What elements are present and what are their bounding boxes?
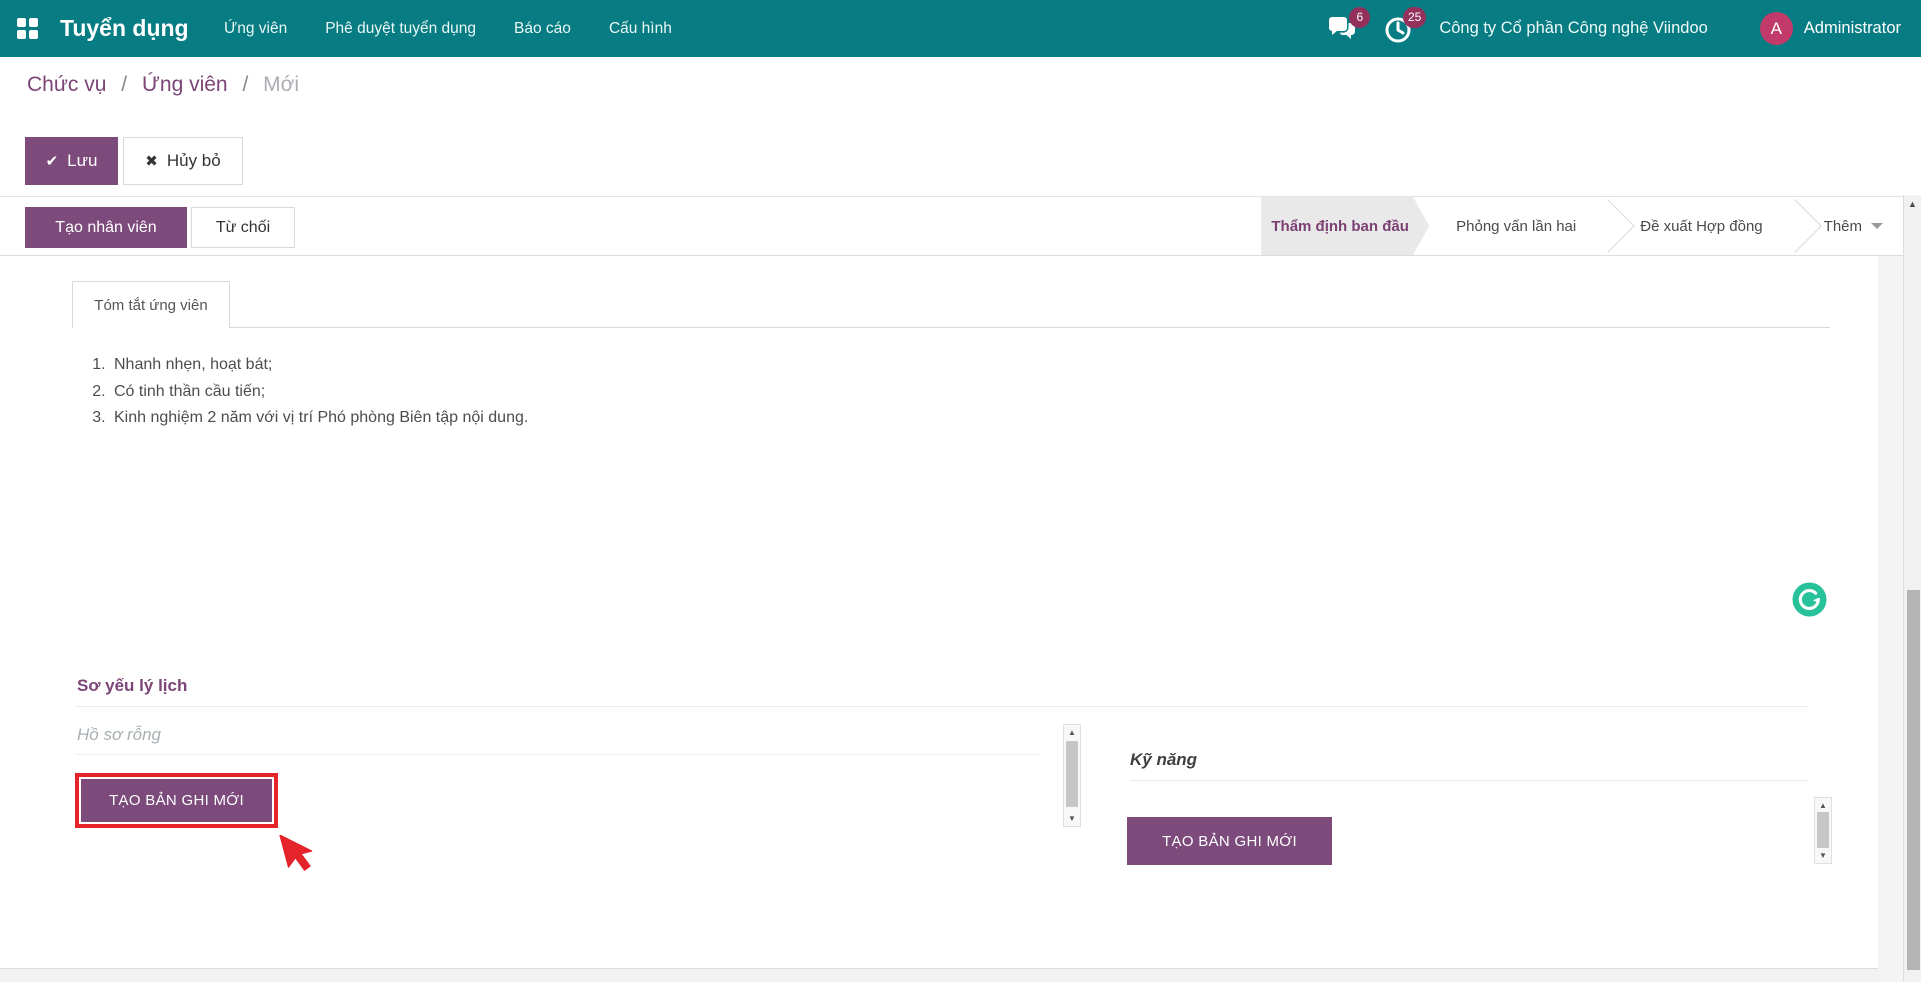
scroll-down-icon[interactable]: ▼ [1064, 812, 1080, 825]
refuse-button[interactable]: Từ chối [191, 207, 295, 248]
scroll-up-icon[interactable]: ▲ [1815, 799, 1831, 812]
notebook-tabbar: Tóm tắt ứng viên [72, 281, 1830, 328]
summary-item: Có tinh thần cầu tiến; [110, 379, 528, 406]
form-action-buttons: ✔ Lưu ✖ Hủy bỏ [25, 137, 243, 185]
close-icon: ✖ [145, 152, 158, 170]
create-skill-record-button[interactable]: TẠO BẢN GHI MỚI [1127, 817, 1332, 865]
candidate-summary-list: Nhanh nhẹn, hoạt bát; Có tinh thần cầu t… [110, 352, 528, 432]
discard-label: Hủy bỏ [167, 151, 221, 171]
statusbar-actions: Tạo nhân viên Từ chối [25, 207, 295, 248]
resume-empty-text: Hồ sơ rỗng [77, 725, 161, 745]
stage-more-label: Thêm [1824, 218, 1862, 235]
breadcrumb-link-ung-vien[interactable]: Ứng viên [142, 73, 228, 96]
stage-phong-van-lan-hai[interactable]: Phỏng vấn lần hai [1429, 218, 1603, 235]
app-window: Tuyển dụng Ứng viên Phê duyệt tuyển dụng… [0, 0, 1921, 982]
section-divider [1130, 780, 1808, 781]
create-employee-button[interactable]: Tạo nhân viên [25, 207, 187, 248]
statusbar: Tạo nhân viên Từ chối Thẩm định ban đầu … [0, 196, 1903, 256]
messages-button[interactable]: 6 [1327, 14, 1357, 44]
control-panel: Chức vụ / Ứng viên / Mới ✔ Lưu ✖ Hủy bỏ [0, 57, 1921, 196]
company-menu[interactable]: Công ty Cổ phần Công nghệ Viindoo [1439, 19, 1707, 38]
window-scrollbar[interactable]: ▲ [1903, 195, 1921, 982]
nav-item-cau-hinh[interactable]: Cấu hình [590, 0, 691, 57]
create-resume-record-button[interactable]: TẠO BẢN GHI MỚI [81, 779, 272, 822]
clock-icon [1383, 31, 1413, 48]
user-menu[interactable]: A Administrator [1760, 12, 1901, 45]
stage-tham-dinh-ban-dau[interactable]: Thẩm định ban đầu [1261, 197, 1429, 255]
breadcrumb-link-chuc-vu[interactable]: Chức vụ [27, 73, 106, 96]
page-background-bottom [0, 968, 1878, 982]
tab-tom-tat-ung-vien[interactable]: Tóm tắt ứng viên [72, 281, 230, 329]
top-navbar: Tuyển dụng Ứng viên Phê duyệt tuyển dụng… [0, 0, 1921, 57]
section-divider [75, 706, 1808, 707]
breadcrumb: Chức vụ / Ứng viên / Mới [27, 73, 299, 97]
stage-de-xuat-hop-dong[interactable]: Đề xuất Hợp đồng [1613, 218, 1789, 235]
grammarly-icon[interactable] [1792, 582, 1827, 617]
resume-section-title: Sơ yếu lý lịch [77, 676, 187, 696]
summary-item: Kinh nghiệm 2 năm với vị trí Phó phòng B… [110, 405, 528, 432]
scrollbar-thumb[interactable] [1066, 741, 1078, 807]
scroll-down-icon[interactable]: ▼ [1815, 849, 1831, 862]
main-menu: Ứng viên Phê duyệt tuyển dụng Báo cáo Cấ… [205, 0, 691, 57]
scroll-up-icon[interactable]: ▲ [1064, 726, 1080, 739]
save-button[interactable]: ✔ Lưu [25, 137, 118, 185]
tutorial-cursor-icon [276, 826, 328, 886]
app-title[interactable]: Tuyển dụng [60, 0, 189, 57]
messages-badge: 6 [1349, 7, 1370, 28]
check-icon: ✔ [46, 152, 59, 170]
tutorial-highlight-box: TẠO BẢN GHI MỚI [75, 773, 278, 828]
stage-chevron-icon [1581, 199, 1635, 253]
apps-menu-button[interactable] [17, 17, 41, 39]
nav-item-bao-cao[interactable]: Báo cáo [495, 0, 590, 57]
breadcrumb-current: Mới [263, 73, 299, 96]
stage-chevron-icon [1768, 199, 1822, 253]
navbar-systray: 6 25 Công ty Cổ phần Công nghệ Viindoo A… [1327, 0, 1921, 57]
form-sheet: Tóm tắt ứng viên Nhanh nhẹn, hoạt bát; C… [0, 256, 1878, 968]
field-divider [75, 754, 1040, 755]
user-name: Administrator [1804, 19, 1901, 38]
user-avatar: A [1760, 12, 1793, 45]
skills-section-title: Kỹ năng [1130, 750, 1197, 770]
activities-button[interactable]: 25 [1383, 14, 1413, 44]
nav-item-ung-vien[interactable]: Ứng viên [205, 0, 306, 57]
chevron-down-icon [1871, 223, 1883, 229]
breadcrumb-separator: / [242, 73, 248, 96]
save-label: Lưu [67, 151, 97, 171]
apps-grid-icon [17, 18, 41, 39]
stage-pipeline: Thẩm định ban đầu Phỏng vấn lần hai Đề x… [1261, 197, 1903, 255]
breadcrumb-separator: / [121, 73, 127, 96]
scrollbar-thumb[interactable] [1817, 812, 1829, 848]
resume-panel-scrollbar[interactable]: ▲ ▼ [1063, 724, 1081, 827]
chat-icon [1327, 29, 1357, 46]
skills-panel-scrollbar[interactable]: ▲ ▼ [1814, 797, 1832, 864]
scroll-up-icon[interactable]: ▲ [1904, 199, 1921, 209]
nav-item-phe-duyet[interactable]: Phê duyệt tuyển dụng [306, 0, 495, 57]
scrollbar-thumb[interactable] [1907, 590, 1920, 970]
discard-button[interactable]: ✖ Hủy bỏ [123, 137, 243, 185]
summary-item: Nhanh nhẹn, hoạt bát; [110, 352, 528, 379]
activities-badge: 25 [1403, 7, 1426, 28]
